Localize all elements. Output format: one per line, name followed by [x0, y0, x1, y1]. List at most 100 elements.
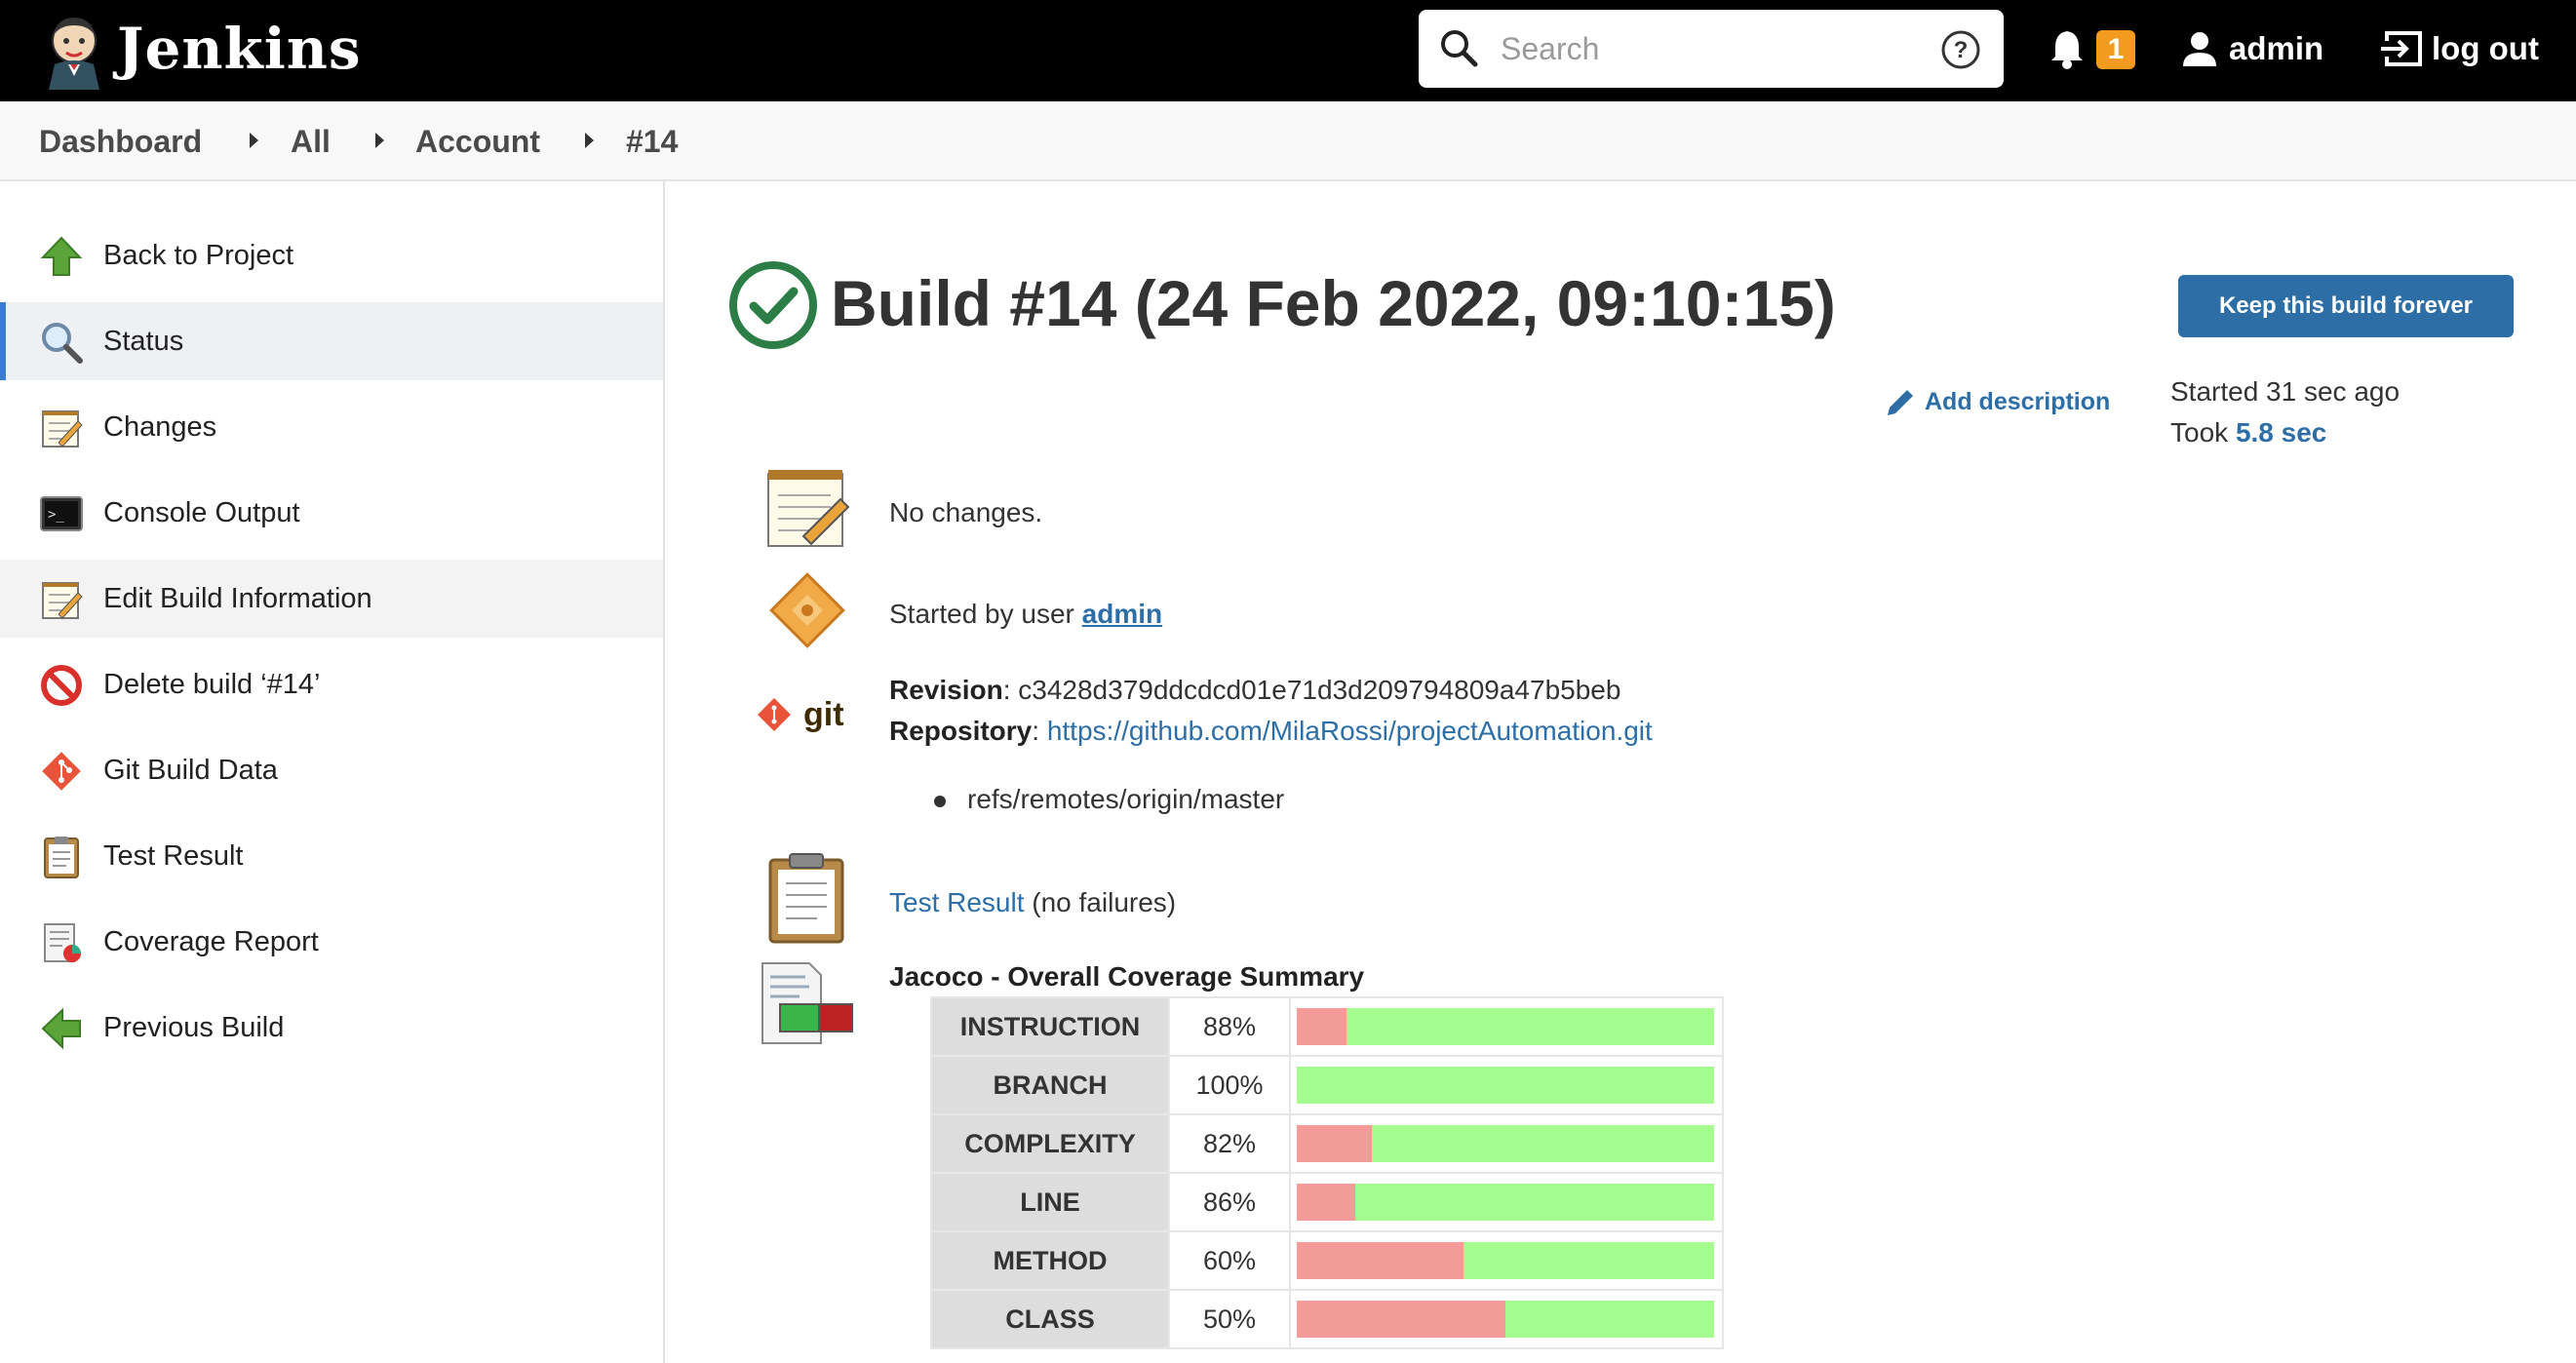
bullet-icon — [934, 796, 946, 807]
took-label: Took — [2170, 417, 2236, 448]
duration-link[interactable]: 5.8 sec — [2236, 417, 2326, 448]
breadcrumb-dashboard[interactable]: Dashboard — [39, 121, 202, 162]
sidebar-item-label: Delete build ‘#14’ — [103, 669, 321, 700]
user-icon[interactable] — [2180, 29, 2219, 68]
coverage-row: INSTRUCTION 88% — [930, 996, 1724, 1057]
coverage-bar — [1297, 1242, 1714, 1279]
coverage-metric-percent: 50% — [1168, 1289, 1291, 1349]
search-input[interactable] — [1501, 23, 1910, 74]
clipboard-icon — [44, 837, 79, 878]
coverage-metric-name: LINE — [930, 1172, 1170, 1232]
coverage-bar-cell — [1289, 996, 1724, 1057]
user-menu[interactable]: admin — [2229, 27, 2323, 70]
svg-text:>_: >_ — [48, 507, 64, 523]
coverage-bar-cell — [1289, 1172, 1724, 1232]
brand-name[interactable]: Jenkins — [117, 10, 362, 88]
coverage-bar-missed — [1297, 1125, 1373, 1162]
coverage-bar-cell — [1289, 1289, 1724, 1349]
sidebar-item-status[interactable]: Status — [0, 302, 663, 380]
bell-icon[interactable] — [2048, 27, 2087, 70]
coverage-metric-percent: 60% — [1168, 1230, 1291, 1291]
keep-build-forever-button[interactable]: Keep this build forever — [2178, 275, 2514, 337]
started-by-label: Started by user — [889, 599, 1082, 629]
coverage-summary-title: Jacoco - Overall Coverage Summary — [889, 961, 1365, 992]
sidebar-item-console-output[interactable]: >_ Console Output — [0, 474, 663, 552]
breadcrumb-chevron-icon[interactable] — [375, 133, 384, 148]
coverage-metric-name: INSTRUCTION — [930, 996, 1170, 1057]
test-result-note: (no failures) — [1024, 887, 1177, 917]
help-icon[interactable]: ? — [1940, 29, 1981, 70]
branch-item: refs/remotes/origin/master — [967, 784, 1285, 814]
coverage-table-body: INSTRUCTION 88% BRANCH 100% COMPLEXITY 82% LIN… — [930, 996, 1724, 1349]
coverage-metric-percent: 100% — [1168, 1055, 1291, 1115]
started-by-user-link[interactable]: admin — [1082, 599, 1162, 629]
coverage-bar-cell — [1289, 1230, 1724, 1291]
revision-colon: : — [1002, 675, 1019, 705]
logout-icon[interactable] — [2379, 29, 2424, 68]
started-time: Started 31 sec ago — [2170, 376, 2400, 407]
coverage-bar-missed — [1297, 1008, 1347, 1045]
coverage-metric-name: COMPLEXITY — [930, 1113, 1170, 1174]
sidebar-item-coverage-report[interactable]: Coverage Report — [0, 903, 663, 981]
repository-line: Repository: https://github.com/MilaRossi… — [889, 712, 1653, 751]
sidebar-item-label: Back to Project — [103, 240, 294, 271]
coverage-metric-name: BRANCH — [930, 1055, 1170, 1115]
coverage-row: CLASS 50% — [930, 1289, 1724, 1349]
jenkins-logo-icon[interactable] — [35, 12, 117, 90]
user-cause-icon — [769, 572, 845, 648]
coverage-bar — [1297, 1125, 1714, 1162]
coverage-bar-cell — [1289, 1055, 1724, 1115]
terminal-icon: >_ — [40, 496, 83, 531]
repository-colon: : — [1032, 716, 1047, 746]
sidebar-item-git-build-data[interactable]: Git Build Data — [0, 731, 663, 809]
search-box[interactable]: ? — [1419, 10, 2004, 88]
breadcrumb-account[interactable]: Account — [415, 121, 540, 162]
coverage-bar-missed — [1297, 1301, 1505, 1338]
breadcrumb-chevron-icon[interactable] — [585, 133, 594, 148]
sidebar-item-label: Git Build Data — [103, 755, 278, 786]
breadcrumb-all[interactable]: All — [291, 121, 331, 162]
test-result-link[interactable]: Test Result — [889, 887, 1025, 917]
no-entry-icon — [41, 665, 82, 706]
search-icon — [1441, 30, 1478, 67]
top-header: Jenkins ? 1 admin log out — [0, 0, 2576, 101]
sidebar-item-back-to-project[interactable]: Back to Project — [0, 216, 663, 294]
up-arrow-icon — [40, 236, 83, 276]
sidebar-item-label: Status — [103, 326, 184, 357]
breadcrumb: Dashboard All Account #14 — [0, 101, 2576, 181]
coverage-bar — [1297, 1067, 1714, 1104]
coverage-bar — [1297, 1008, 1714, 1045]
revision-line: Revision: c3428d379ddcdcd01e71d3d2097948… — [889, 671, 1620, 710]
repository-link[interactable]: https://github.com/MilaRossi/projectAuto… — [1047, 716, 1653, 746]
test-result-line: Test Result (no failures) — [889, 883, 1176, 922]
coverage-table: INSTRUCTION 88% BRANCH 100% COMPLEXITY 82% LIN… — [930, 996, 1724, 1349]
logout-link[interactable]: log out — [2432, 27, 2539, 70]
breadcrumb-chevron-icon[interactable] — [250, 133, 258, 148]
repository-label: Repository — [889, 716, 1033, 746]
coverage-metric-name: CLASS — [930, 1289, 1170, 1349]
sidebar-item-label: Coverage Report — [103, 926, 319, 957]
notepad-icon — [42, 410, 83, 448]
coverage-icon — [44, 923, 81, 962]
breadcrumb-build[interactable]: #14 — [626, 121, 678, 162]
sidebar-item-label: Test Result — [103, 840, 244, 872]
coverage-metric-percent: 88% — [1168, 996, 1291, 1057]
coverage-row: METHOD 60% — [930, 1230, 1724, 1291]
coverage-metric-name: METHOD — [930, 1230, 1170, 1291]
coverage-row: BRANCH 100% — [930, 1055, 1724, 1115]
left-arrow-icon — [41, 1007, 81, 1050]
sidebar-item-edit-build-information[interactable]: Edit Build Information — [0, 560, 663, 638]
coverage-bar — [1297, 1184, 1714, 1221]
sidebar-item-test-result[interactable]: Test Result — [0, 817, 663, 895]
clipboard-icon — [768, 853, 844, 944]
coverage-report-icon — [761, 962, 853, 1044]
sidebar-item-changes[interactable]: Changes — [0, 388, 663, 466]
svg-text:?: ? — [1954, 37, 1969, 63]
coverage-bar-cell — [1289, 1113, 1724, 1174]
sidebar: Back to Project Status Changes >_ Consol… — [0, 181, 665, 1363]
coverage-bar-missed — [1297, 1242, 1464, 1279]
sidebar-item-previous-build[interactable]: Previous Build — [0, 989, 663, 1067]
sidebar-item-label: Previous Build — [103, 1012, 285, 1043]
sidebar-item-delete-build[interactable]: Delete build ‘#14’ — [0, 645, 663, 723]
notification-badge[interactable]: 1 — [2096, 30, 2135, 69]
